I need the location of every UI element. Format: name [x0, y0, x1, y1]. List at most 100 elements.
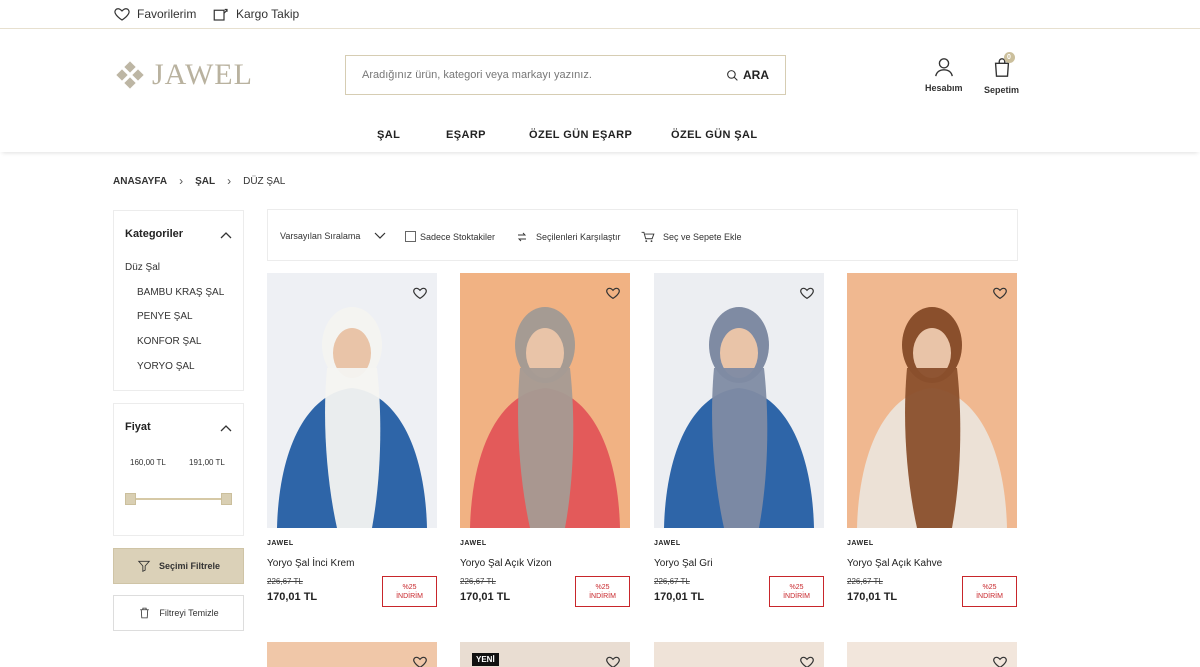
discount-badge: %25 İNDİRİM: [575, 576, 630, 607]
price-title[interactable]: Fiyat: [125, 421, 151, 433]
price-max-label: 191,00 TL: [189, 458, 225, 467]
favorite-heart-icon[interactable]: [412, 654, 428, 667]
product-brand: JAWEL: [460, 540, 487, 547]
sort-dropdown[interactable]: Varsayılan Sıralama: [280, 231, 386, 241]
price-slider-track[interactable]: [130, 498, 227, 500]
user-icon: [934, 58, 953, 77]
product-brand: JAWEL: [847, 540, 874, 547]
sort-label: Varsayılan Sıralama: [280, 231, 361, 241]
discount-label: İNDİRİM: [783, 592, 810, 600]
favorites-label: Favorilerim: [137, 7, 197, 21]
favorite-heart-icon[interactable]: [799, 654, 815, 667]
select-add-to-cart-button[interactable]: Seç ve Sepete Ekle: [641, 231, 742, 243]
nav-item-esarp[interactable]: EŞARP: [446, 129, 486, 141]
search-input[interactable]: [362, 69, 726, 81]
clear-filter-button[interactable]: Filtreyi Temizle: [113, 595, 244, 631]
breadcrumb-current: DÜZ ŞAL: [243, 175, 286, 187]
cargo-tracking-link[interactable]: Kargo Takip: [212, 5, 299, 23]
favorite-heart-icon[interactable]: [992, 285, 1008, 301]
subcategory-item[interactable]: BAMBU KRAŞ ŞAL: [137, 287, 224, 298]
search-button[interactable]: ARA: [726, 68, 769, 82]
in-stock-filter[interactable]: Sadece Stoktakiler: [405, 231, 495, 242]
product-image[interactable]: [460, 273, 630, 528]
compare-label: Seçilenleri Karşılaştır: [536, 232, 621, 242]
new-badge: YENİ: [472, 653, 499, 666]
nav-item-ozel-gun-sal[interactable]: ÖZEL GÜN ŞAL: [671, 129, 758, 141]
chevron-down-icon: [374, 232, 386, 239]
favorites-link[interactable]: Favorilerim: [113, 5, 196, 23]
subcategory-item[interactable]: KONFOR ŞAL: [137, 336, 201, 347]
price-slider-min-handle[interactable]: [125, 493, 136, 505]
product-name[interactable]: Yoryo Şal Açık Vizon: [460, 558, 552, 569]
product-image[interactable]: [654, 273, 824, 528]
cargo-box-icon: [213, 8, 228, 21]
heart-icon: [114, 8, 130, 21]
trash-icon: [140, 607, 150, 619]
price-slider-max-handle[interactable]: [221, 493, 232, 505]
chevron-right-icon: ›: [179, 174, 184, 188]
product-old-price: 226,67 TL: [267, 577, 303, 586]
product-brand: JAWEL: [654, 540, 681, 547]
search-button-label: ARA: [743, 68, 769, 82]
chevron-right-icon: ›: [227, 174, 232, 188]
categories-title[interactable]: Kategoriler: [125, 228, 183, 240]
discount-badge: %25 İNDİRİM: [769, 576, 824, 607]
cart-button[interactable]: 0 Sepetim: [984, 52, 1020, 95]
cargo-tracking-label: Kargo Takip: [236, 7, 300, 21]
chevron-up-icon[interactable]: [220, 231, 232, 239]
product-price: 170,01 TL: [654, 591, 705, 603]
favorite-heart-icon[interactable]: [992, 654, 1008, 667]
product-brand: JAWEL: [267, 540, 294, 547]
select-add-to-cart-label: Seç ve Sepete Ekle: [663, 232, 742, 242]
discount-percent: %25: [789, 583, 804, 591]
product-old-price: 226,67 TL: [460, 577, 496, 586]
nav-item-ozel-gun-esarp[interactable]: ÖZEL GÜN EŞARP: [529, 129, 632, 141]
category-current[interactable]: Düz Şal: [125, 262, 160, 273]
product-price: 170,01 TL: [267, 591, 318, 603]
funnel-icon: [137, 560, 151, 572]
subcategory-item[interactable]: YORYO ŞAL: [137, 361, 195, 372]
in-stock-label: Sadece Stoktakiler: [420, 231, 496, 242]
discount-percent: %25: [402, 583, 417, 591]
nav-item-sal[interactable]: ŞAL: [377, 129, 400, 141]
apply-filter-label: Seçimi Filtrele: [158, 561, 221, 571]
cart-label: Sepetim: [984, 85, 1020, 95]
breadcrumb-sal[interactable]: ŞAL: [195, 176, 215, 187]
discount-label: İNDİRİM: [396, 592, 423, 600]
favorite-heart-icon[interactable]: [605, 654, 621, 667]
logo-text: JAWEL: [152, 58, 253, 91]
discount-label: İNDİRİM: [976, 592, 1003, 600]
compare-arrows-icon: [517, 232, 527, 242]
site-logo[interactable]: JAWEL: [116, 58, 253, 92]
product-old-price: 226,67 TL: [847, 577, 883, 586]
compare-button[interactable]: Seçilenleri Karşılaştır: [516, 231, 621, 243]
discount-percent: %25: [982, 583, 997, 591]
search-icon: [727, 69, 738, 81]
discount-label: İNDİRİM: [589, 592, 616, 600]
product-price: 170,01 TL: [460, 591, 511, 603]
logo-mark-icon: [116, 61, 144, 89]
favorite-heart-icon[interactable]: [799, 285, 815, 301]
price-min-label: 160,00 TL: [130, 458, 166, 467]
product-image[interactable]: [847, 273, 1017, 528]
product-image[interactable]: [267, 273, 437, 528]
favorite-heart-icon[interactable]: [605, 285, 621, 301]
apply-filter-button[interactable]: Seçimi Filtrele: [113, 548, 244, 584]
product-old-price: 226,67 TL: [654, 577, 690, 586]
search-bar: ARA: [345, 55, 786, 95]
cart-icon: [641, 231, 655, 242]
account-button[interactable]: Hesabım: [925, 56, 963, 93]
discount-badge: %25 İNDİRİM: [962, 576, 1017, 607]
breadcrumb-home[interactable]: ANASAYFA: [113, 176, 167, 187]
favorite-heart-icon[interactable]: [412, 285, 428, 301]
in-stock-checkbox[interactable]: [405, 231, 416, 242]
subcategory-item[interactable]: PENYE ŞAL: [137, 311, 193, 322]
product-name[interactable]: Yoryo Şal İnci Krem: [267, 558, 354, 569]
account-label: Hesabım: [925, 83, 963, 93]
discount-badge: %25 İNDİRİM: [382, 576, 437, 607]
chevron-up-icon[interactable]: [220, 424, 232, 432]
cart-count-badge: 0: [1003, 52, 1015, 63]
product-name[interactable]: Yoryo Şal Açık Kahve: [847, 558, 942, 569]
product-name[interactable]: Yoryo Şal Gri: [654, 558, 713, 569]
discount-percent: %25: [595, 583, 610, 591]
